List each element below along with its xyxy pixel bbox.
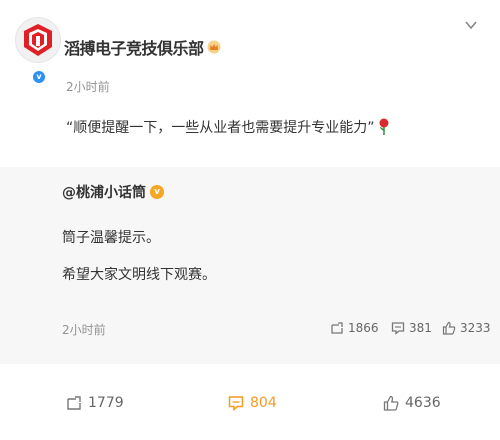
like-icon: [442, 321, 456, 335]
repost-line-1: 筒子温馨提示。: [62, 230, 160, 246]
repost-icon: [331, 322, 343, 334]
avatar[interactable]: [15, 17, 61, 63]
comment-button[interactable]: 804: [228, 395, 277, 411]
post-text: “顺便提醒一下，一些从业者也需要提升专业能力”: [66, 120, 375, 136]
comment-count: 804: [250, 395, 277, 411]
repost-author[interactable]: @桃浦小话筒: [62, 182, 146, 202]
author-name[interactable]: 滔搏电子竞技俱乐部: [64, 35, 204, 59]
rose-icon: [379, 118, 389, 135]
repost-comment-count-value: 381: [409, 321, 432, 335]
comment-icon: [391, 322, 405, 335]
comment-icon: [228, 396, 244, 411]
repost-repost-count-value: 1866: [348, 321, 379, 335]
like-button[interactable]: 4636: [383, 395, 441, 411]
repost-like-count-value: 3233: [460, 321, 491, 335]
repost-like-count[interactable]: 3233: [442, 321, 491, 335]
author-row: 滔搏电子竞技俱乐部: [64, 35, 221, 59]
repost-icon: [67, 396, 81, 410]
club-logo-avatar[interactable]: [15, 17, 61, 63]
weibo-post: v 滔搏电子竞技俱乐部 2小时前 “顺便提醒一下，一些从业者也需要提升专业能力”…: [0, 0, 500, 440]
repost-count: 1779: [88, 395, 124, 411]
repost-repost-count[interactable]: 1866: [330, 321, 379, 335]
post-time: 2小时前: [66, 80, 110, 94]
verified-gold-icon: v: [150, 185, 164, 199]
repost-time: 2小时前: [62, 323, 106, 337]
post-content: “顺便提醒一下，一些从业者也需要提升专业能力”: [66, 117, 391, 137]
crown-icon: [207, 40, 221, 54]
like-icon: [383, 395, 399, 411]
chevron-down-icon[interactable]: [464, 20, 478, 30]
like-count: 4636: [405, 395, 441, 411]
repost-comment-count[interactable]: 381: [391, 321, 432, 335]
verified-icon: v: [32, 70, 46, 84]
repost-button[interactable]: 1779: [66, 395, 124, 411]
repost-author-row: @桃浦小话筒 v: [62, 182, 164, 202]
repost-line-2: 希望大家文明线下观赛。: [62, 267, 216, 283]
